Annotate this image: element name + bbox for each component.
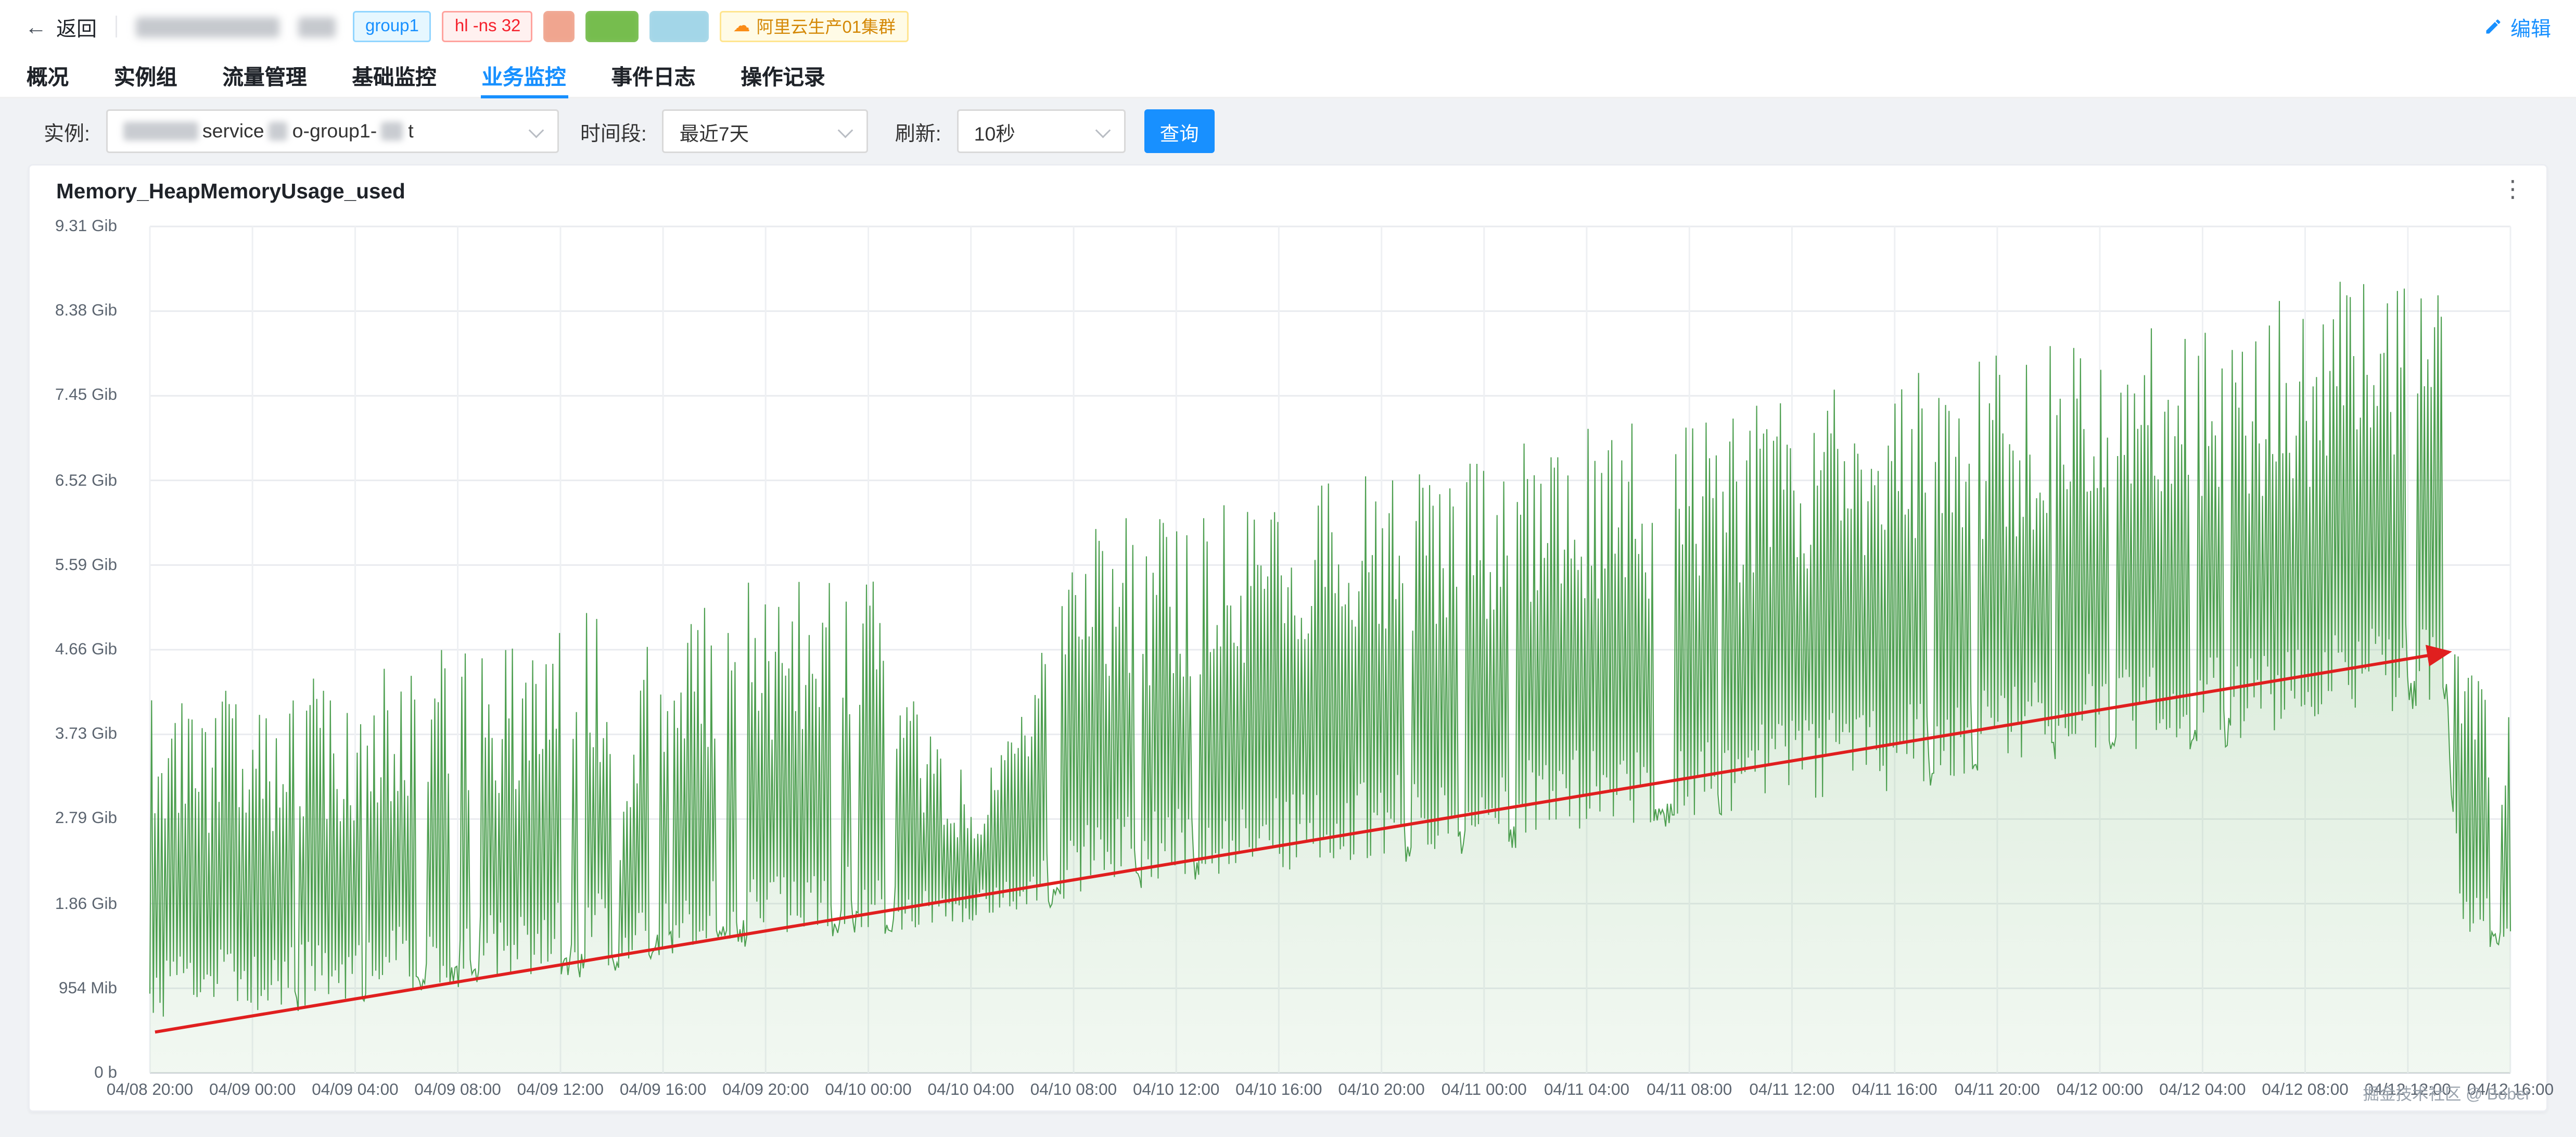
edit-button[interactable]: 编辑: [2484, 12, 2551, 42]
cloud-icon: ☁: [733, 16, 750, 35]
instance-filter-label: 实例:: [44, 121, 90, 145]
x-axis-label: 04/10 12:00: [1132, 1081, 1220, 1100]
y-axis-label: 954 Mib: [58, 979, 117, 998]
x-axis-label: 04/10 20:00: [1338, 1081, 1425, 1100]
watermark: 掘金技术社区 @ Bober: [2363, 1085, 2531, 1104]
instance-value-fragment: o-group1-: [292, 120, 377, 142]
x-axis-label: 04/09 00:00: [209, 1081, 296, 1100]
chart-panel: Memory_HeapMemoryUsage_used ⋮ 9.31 Gib 8.…: [28, 164, 2554, 1112]
x-axis-label: 04/08 20:00: [106, 1081, 194, 1100]
y-axis-label: 4.66 Gib: [55, 640, 117, 659]
x-axis-label: 04/09 16:00: [619, 1081, 707, 1100]
x-axis-label: 04/11 12:00: [1749, 1081, 1835, 1100]
y-axis-label: 0 b: [94, 1064, 117, 1082]
tab-event-logs[interactable]: 事件日志: [610, 53, 697, 98]
period-select[interactable]: 最近7天: [662, 109, 869, 153]
x-axis-label: 04/12 00:00: [2056, 1081, 2144, 1100]
tag-group1: group1: [353, 11, 431, 42]
redacted-text: [122, 122, 198, 141]
instance-select[interactable]: service o-group1- t: [105, 109, 558, 153]
x-axis-label: 04/11 04:00: [1544, 1081, 1630, 1100]
page: ← 返回 group1 hl -ns 32 ☁ 阿里云生产01集群 编辑 概况 …: [0, 0, 2576, 1137]
back-button[interactable]: ← 返回: [25, 12, 97, 42]
edit-label: 编辑: [2510, 16, 2551, 40]
y-axis-label: 2.79 Gib: [55, 810, 117, 829]
tag-namespace: hl -ns 32: [442, 11, 533, 42]
x-axis-label: 04/11 00:00: [1441, 1081, 1527, 1100]
memory-usage-chart: [149, 225, 2511, 1074]
x-axis-label: 04/11 20:00: [1954, 1081, 2040, 1100]
period-value: 最近7天: [679, 122, 749, 145]
panel-menu-button[interactable]: ⋮: [2495, 175, 2531, 207]
y-axis-label: 9.31 Gib: [55, 217, 117, 236]
refresh-select[interactable]: 10秒: [957, 109, 1126, 153]
x-axis-label: 04/10 16:00: [1235, 1081, 1322, 1100]
period-filter-label: 时间段:: [580, 121, 647, 145]
x-axis-label: 04/11 08:00: [1647, 1081, 1732, 1100]
tag-redacted-teal: [650, 11, 710, 42]
x-axis-label: 04/09 04:00: [312, 1081, 399, 1100]
chevron-down-icon: [528, 122, 544, 138]
query-button[interactable]: 查询: [1144, 109, 1215, 153]
y-axis-label: 5.59 Gib: [55, 555, 117, 575]
tag-redacted-pink: [544, 11, 576, 42]
top-header: ← 返回 group1 hl -ns 32 ☁ 阿里云生产01集群 编辑: [0, 0, 2576, 53]
x-axis-label: 04/10 04:00: [927, 1081, 1014, 1100]
refresh-value: 10秒: [974, 122, 1015, 145]
back-label: 返回: [56, 16, 97, 40]
panel-title: Memory_HeapMemoryUsage_used: [56, 180, 405, 203]
tab-operation-records[interactable]: 操作记录: [739, 53, 827, 98]
x-axis-label: 04/12 08:00: [2262, 1081, 2349, 1100]
x-axis-label: 04/10 08:00: [1030, 1081, 1117, 1100]
x-axis-label: 04/09 08:00: [414, 1081, 501, 1100]
redacted-text: [269, 122, 288, 141]
tag-redacted-green: [586, 11, 640, 42]
y-axis-label: 3.73 Gib: [55, 725, 117, 744]
tab-instance-groups[interactable]: 实例组: [112, 53, 179, 98]
refresh-filter-label: 刷新:: [895, 121, 941, 145]
x-axis-label: 04/10 00:00: [825, 1081, 912, 1100]
x-axis-label: 04/11 16:00: [1852, 1081, 1937, 1100]
chevron-down-icon: [838, 122, 854, 138]
filter-bar: 实例: service o-group1- t 时间段: 最近7天 刷新: 10…: [44, 109, 2576, 153]
instance-name-redacted: [136, 16, 280, 37]
y-axis-label: 1.86 Gib: [55, 894, 117, 913]
y-axis-label: 7.45 Gib: [55, 386, 117, 406]
y-axis-label: 8.38 Gib: [55, 301, 117, 321]
cluster-label: 阿里云生产01集群: [756, 19, 896, 37]
x-axis-label: 04/12 04:00: [2159, 1081, 2246, 1100]
chevron-down-icon: [1095, 122, 1111, 138]
instance-value-fragment: service: [202, 120, 264, 142]
x-axis-label: 04/09 12:00: [517, 1081, 604, 1100]
tab-traffic-management[interactable]: 流量管理: [221, 53, 309, 98]
tag-cluster: ☁ 阿里云生产01集群: [720, 11, 909, 42]
redacted-text: [381, 122, 404, 141]
tab-bar: 概况 实例组 流量管理 基础监控 业务监控 事件日志 操作记录: [0, 53, 2576, 98]
instance-value-fragment: t: [408, 120, 414, 142]
badge-redacted: [298, 16, 336, 37]
tab-overview[interactable]: 概况: [25, 53, 70, 98]
divider: [116, 16, 118, 37]
tab-basic-monitoring[interactable]: 基础监控: [351, 53, 438, 98]
back-arrow-icon: ←: [25, 14, 47, 39]
x-axis-label: 04/09 20:00: [722, 1081, 809, 1100]
tab-business-monitoring[interactable]: 业务监控: [480, 53, 568, 98]
y-axis-label: 6.52 Gib: [55, 471, 117, 490]
pencil-icon: [2484, 17, 2503, 36]
